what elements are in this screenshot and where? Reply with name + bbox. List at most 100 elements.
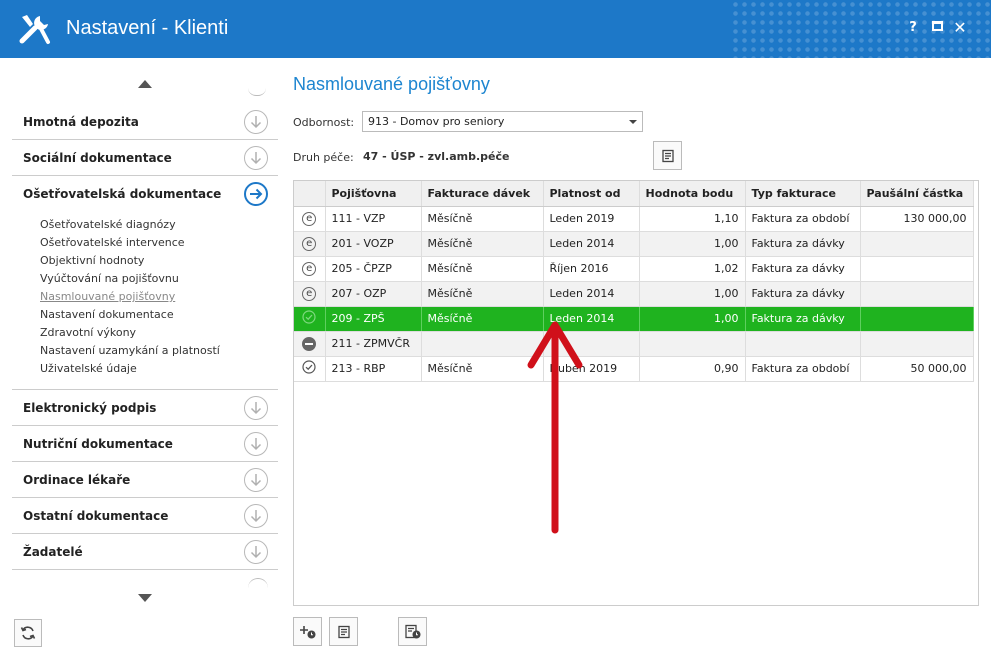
- table-row[interactable]: e 201 - VOZP Měsíčně Leden 2014 1,00 Fak…: [294, 231, 974, 257]
- document-clock-icon: [404, 624, 420, 638]
- document-icon: [661, 149, 674, 162]
- column-header-pojistovna[interactable]: Pojišťovna: [325, 181, 422, 207]
- page-title: Nasmlouvané pojišťovny: [293, 74, 490, 94]
- sidebar-section-zadatele[interactable]: Žadatelé: [12, 534, 278, 570]
- sidebar-item-vyuctovani-na-pojistovnu[interactable]: Vyúčtování na pojišťovnu: [40, 272, 179, 285]
- sidebar-section-ordinace-lekare[interactable]: Ordinace lékaře: [12, 462, 278, 498]
- cell-hodnota: 1,00: [639, 231, 746, 257]
- table-row-selected[interactable]: 209 - ZPŠ Měsíčně Leden 2014 1,00 Faktur…: [294, 306, 974, 332]
- sidebar-section-label: Žadatelé: [23, 545, 83, 559]
- cell-platnost: Leden 2019: [543, 206, 640, 232]
- sidebar-section-osetrovatelska-dokumentace[interactable]: Ošetřovatelská dokumentace: [12, 176, 278, 212]
- sidebar-section-nutricni-dokumentace[interactable]: Nutriční dokumentace: [12, 426, 278, 462]
- odbornost-select[interactable]: 913 - Domov pro seniory: [362, 111, 643, 132]
- check-circle-icon: [302, 310, 316, 324]
- arrow-down-circle-icon: [244, 396, 268, 420]
- add-clock-icon: [299, 625, 315, 638]
- sidebar-section-socialni-dokumentace[interactable]: Sociální dokumentace: [12, 140, 278, 176]
- insurance-table: Pojišťovna Fakturace dávek Platnost od H…: [293, 180, 979, 606]
- refresh-button[interactable]: [14, 619, 42, 647]
- status-cell: e: [294, 256, 326, 282]
- sidebar-item-objektivni-hodnoty[interactable]: Objektivní hodnoty: [40, 254, 144, 267]
- sidebar-section-label: Elektronický podpis: [23, 401, 157, 415]
- sidebar-section-label: Nutriční dokumentace: [23, 437, 173, 451]
- cell-pausal: 130 000,00: [860, 206, 974, 232]
- sidebar-section-label: Hmotná depozita: [23, 115, 139, 129]
- detail-button[interactable]: [329, 617, 358, 646]
- table-row[interactable]: e 207 - OZP Měsíčně Leden 2014 1,00 Fakt…: [294, 281, 974, 307]
- column-header-typ-fakturace[interactable]: Typ fakturace: [745, 181, 861, 207]
- sidebar-item-nastaveni-dokumentace[interactable]: Nastavení dokumentace: [40, 308, 174, 321]
- sidebar-scroll-up-icon[interactable]: [138, 80, 152, 88]
- cell-pojistovna: 201 - VOZP: [325, 231, 422, 257]
- maximize-button[interactable]: [929, 20, 945, 36]
- table-row[interactable]: 213 - RBP Měsíčně Duben 2019 0,90 Faktur…: [294, 356, 974, 382]
- status-cell: [294, 356, 326, 382]
- cell-fakturace: Měsíčně: [421, 281, 544, 307]
- cell-typ: [745, 331, 861, 357]
- column-header-platnost-od[interactable]: Platnost od: [543, 181, 640, 207]
- column-header-status[interactable]: [294, 181, 326, 207]
- partial-section-icon: [248, 88, 266, 96]
- sidebar-item-zdravotni-vykony[interactable]: Zdravotní výkony: [40, 326, 136, 339]
- sidebar-section-hmotna-depozita[interactable]: Hmotná depozita: [12, 104, 278, 140]
- sidebar-section-ostatni-dokumentace[interactable]: Ostatní dokumentace: [12, 498, 278, 534]
- sidebar-item-osetrovatelske-diagnozy[interactable]: Ošetřovatelské diagnózy: [40, 218, 176, 231]
- cell-platnost: Leden 2014: [543, 306, 640, 332]
- help-button[interactable]: ?: [905, 20, 921, 36]
- cell-typ: Faktura za dávky: [745, 306, 861, 332]
- table-row[interactable]: e 205 - ČPZP Měsíčně Říjen 2016 1,02 Fak…: [294, 256, 974, 282]
- title-bar: Nastavení - Klienti ? ✕: [0, 0, 991, 58]
- table-row[interactable]: e 111 - VZP Měsíčně Leden 2019 1,10 Fakt…: [294, 206, 974, 232]
- e-status-icon: e: [302, 261, 317, 276]
- close-button[interactable]: ✕: [952, 20, 968, 36]
- sidebar-item-nastaveni-uzamykani[interactable]: Nastavení uzamykání a platností: [40, 344, 220, 357]
- arrow-down-circle-icon: [244, 540, 268, 564]
- arrow-down-circle-icon: [244, 432, 268, 456]
- column-header-hodnota-bodu[interactable]: Hodnota bodu: [639, 181, 746, 207]
- cell-typ: Faktura za dávky: [745, 231, 861, 257]
- cell-platnost: Duben 2019: [543, 356, 640, 382]
- sidebar-scroll-down-icon[interactable]: [138, 594, 152, 602]
- sidebar-item-osetrovatelske-intervence[interactable]: Ošetřovatelské intervence: [40, 236, 185, 249]
- arrow-right-circle-icon: [244, 182, 268, 206]
- sidebar-item-uzivatelske-udaje[interactable]: Uživatelské údaje: [40, 362, 137, 375]
- sidebar-item-nasmlouvane-pojistovny[interactable]: Nasmlouvané pojišťovny: [40, 290, 175, 303]
- cell-platnost: Leden 2014: [543, 231, 640, 257]
- status-cell: e: [294, 231, 326, 257]
- sidebar-section-label: Sociální dokumentace: [23, 151, 172, 165]
- cell-pausal: [860, 231, 974, 257]
- cell-fakturace: Měsíčně: [421, 306, 544, 332]
- cell-hodnota: 1,10: [639, 206, 746, 232]
- partial-section-icon: [248, 578, 268, 588]
- cell-typ: Faktura za období: [745, 356, 861, 382]
- e-status-icon: e: [302, 286, 317, 301]
- refresh-icon: [20, 626, 36, 640]
- cell-pojistovna: 111 - VZP: [325, 206, 422, 232]
- sidebar-section-elektronicky-podpis[interactable]: Elektronický podpis: [12, 390, 278, 426]
- e-status-icon: e: [302, 211, 317, 226]
- cell-typ: Faktura za dávky: [745, 256, 861, 282]
- cell-fakturace: Měsíčně: [421, 231, 544, 257]
- odbornost-value: 913 - Domov pro seniory: [368, 115, 505, 128]
- table-row[interactable]: 211 - ZPMVČR: [294, 331, 974, 357]
- cell-hodnota: 0,90: [639, 356, 746, 382]
- druh-pece-detail-button[interactable]: [653, 141, 682, 170]
- cell-fakturace: [421, 331, 544, 357]
- maximize-icon: [931, 21, 943, 31]
- sidebar-section-label: Ostatní dokumentace: [23, 509, 169, 523]
- history-button[interactable]: [398, 617, 427, 646]
- odbornost-label: Odbornost:: [293, 116, 355, 129]
- column-header-pausalni-castka[interactable]: Paušální částka: [860, 181, 974, 207]
- add-with-date-button[interactable]: [293, 617, 322, 646]
- cell-pausal: [860, 306, 974, 332]
- status-cell: e: [294, 281, 326, 307]
- cell-fakturace: Měsíčně: [421, 206, 544, 232]
- cell-hodnota: 1,02: [639, 256, 746, 282]
- cell-hodnota: 1,00: [639, 281, 746, 307]
- cell-pausal: [860, 281, 974, 307]
- cell-pojistovna: 211 - ZPMVČR: [325, 331, 422, 357]
- druh-pece-label: Druh péče:: [293, 151, 354, 164]
- cell-pausal: [860, 256, 974, 282]
- column-header-fakturace-davek[interactable]: Fakturace dávek: [421, 181, 544, 207]
